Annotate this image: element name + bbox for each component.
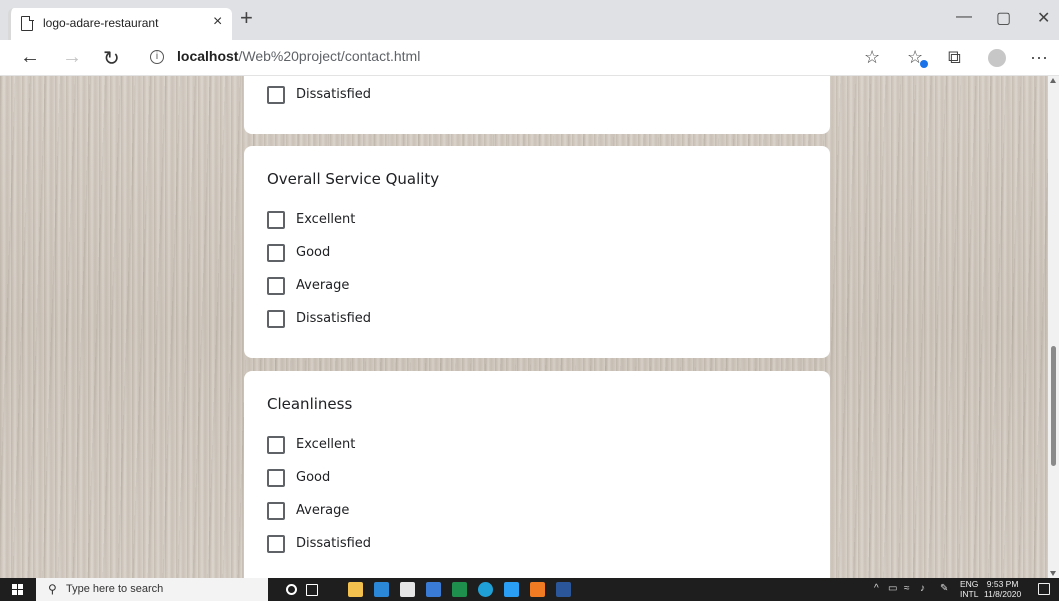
checkbox[interactable] — [267, 436, 285, 454]
section-title: Overall Service Quality — [267, 170, 440, 188]
system-clock[interactable]: 9:53 PM 11/8/2020 — [984, 579, 1021, 599]
page-viewport: Dissatisfied Overall Service Quality Exc… — [0, 76, 1048, 578]
minimize-button[interactable]: — — [956, 8, 972, 26]
excel-icon[interactable] — [452, 582, 467, 597]
scroll-thumb[interactable] — [1051, 346, 1056, 466]
pen-icon[interactable]: ✎ — [940, 583, 948, 594]
tab-active[interactable]: logo-adare-restaurant × — [8, 8, 232, 40]
refresh-icon[interactable]: ↻ — [103, 46, 120, 71]
section-title: Cleanliness — [267, 395, 353, 413]
input-language[interactable]: ENG INTL — [960, 579, 978, 599]
checkbox[interactable] — [267, 211, 285, 229]
profile-avatar-icon[interactable] — [988, 49, 1006, 67]
address-bar[interactable]: localhost/Web%20project/contact.html — [177, 48, 420, 64]
form-card-cleanliness: Cleanliness Excellent Good Average Dissa… — [244, 371, 830, 578]
clock-time: 9:53 PM — [986, 579, 1019, 589]
close-window-button[interactable]: ✕ — [1037, 8, 1050, 28]
vscode-icon[interactable] — [504, 582, 519, 597]
option-label: Good — [296, 245, 331, 260]
windows-start-icon[interactable] — [12, 584, 23, 595]
maximize-button[interactable]: ▢ — [996, 8, 1011, 28]
form-card-service-quality: Overall Service Quality Excellent Good A… — [244, 146, 830, 358]
forward-arrow-icon[interactable]: → — [62, 46, 82, 69]
page-icon — [21, 15, 34, 31]
option-label: Dissatisfied — [296, 87, 372, 102]
checkbox[interactable] — [267, 469, 285, 487]
option-label: Average — [296, 503, 350, 518]
checkbox[interactable] — [267, 277, 285, 295]
cortana-icon[interactable] — [286, 584, 297, 595]
new-tab-button[interactable]: + — [240, 7, 253, 29]
task-view-icon[interactable] — [306, 584, 318, 596]
language-code: ENG — [960, 579, 979, 589]
network-icon[interactable]: ≈ — [904, 583, 910, 594]
checkbox[interactable] — [267, 86, 285, 104]
store-icon[interactable] — [400, 582, 415, 597]
calendar-icon[interactable] — [426, 582, 441, 597]
windows-taskbar: ⚲ Type here to search ^ ▭ ≈ ♪ ✎ ENG INTL… — [0, 578, 1059, 601]
checkbox[interactable] — [267, 535, 285, 553]
checkbox[interactable] — [267, 502, 285, 520]
tab-title: logo-adare-restaurant — [43, 16, 159, 30]
url-path: /Web%20project/contact.html — [238, 48, 421, 64]
notification-badge — [920, 60, 928, 68]
tab-close-icon[interactable]: × — [213, 13, 222, 31]
collections-icon[interactable]: ⧉ — [948, 47, 961, 68]
battery-icon[interactable]: ▭ — [888, 583, 897, 594]
word-icon[interactable] — [556, 582, 571, 597]
option-label: Dissatisfied — [296, 311, 372, 326]
language-layout: INTL — [960, 589, 979, 599]
site-info-icon[interactable]: i — [150, 50, 164, 64]
search-icon: ⚲ — [48, 582, 57, 596]
checkbox[interactable] — [267, 244, 285, 262]
search-placeholder: Type here to search — [66, 583, 164, 595]
edge-icon[interactable] — [478, 582, 493, 597]
xampp-icon[interactable] — [530, 582, 545, 597]
option-label: Good — [296, 470, 331, 485]
taskbar-search-box[interactable]: ⚲ Type here to search — [36, 578, 268, 601]
navigation-bar: ← → ↻ i localhost/Web%20project/contact.… — [0, 40, 1059, 76]
notification-center-icon[interactable] — [1038, 583, 1050, 595]
option-label: Excellent — [296, 437, 356, 452]
volume-icon[interactable]: ♪ — [920, 583, 925, 594]
back-arrow-icon[interactable]: ← — [20, 46, 40, 69]
tab-bar: logo-adare-restaurant × + — ▢ ✕ — [0, 0, 1059, 40]
file-explorer-icon[interactable] — [348, 582, 363, 597]
show-hidden-icons-icon[interactable]: ^ — [874, 583, 879, 594]
add-favorite-star-icon[interactable]: ☆ — [864, 47, 880, 68]
scroll-down-icon[interactable] — [1050, 571, 1056, 576]
option-label: Excellent — [296, 212, 356, 227]
checkbox[interactable] — [267, 310, 285, 328]
scroll-up-icon[interactable] — [1050, 78, 1056, 83]
url-host: localhost — [177, 48, 239, 64]
vertical-scrollbar[interactable] — [1048, 76, 1059, 578]
mail-icon[interactable] — [374, 582, 389, 597]
option-label: Dissatisfied — [296, 536, 372, 551]
more-menu-icon[interactable]: ··· — [1030, 47, 1048, 68]
clock-date: 11/8/2020 — [984, 589, 1022, 599]
option-label: Average — [296, 278, 350, 293]
form-card-partial: Dissatisfied — [244, 76, 830, 134]
